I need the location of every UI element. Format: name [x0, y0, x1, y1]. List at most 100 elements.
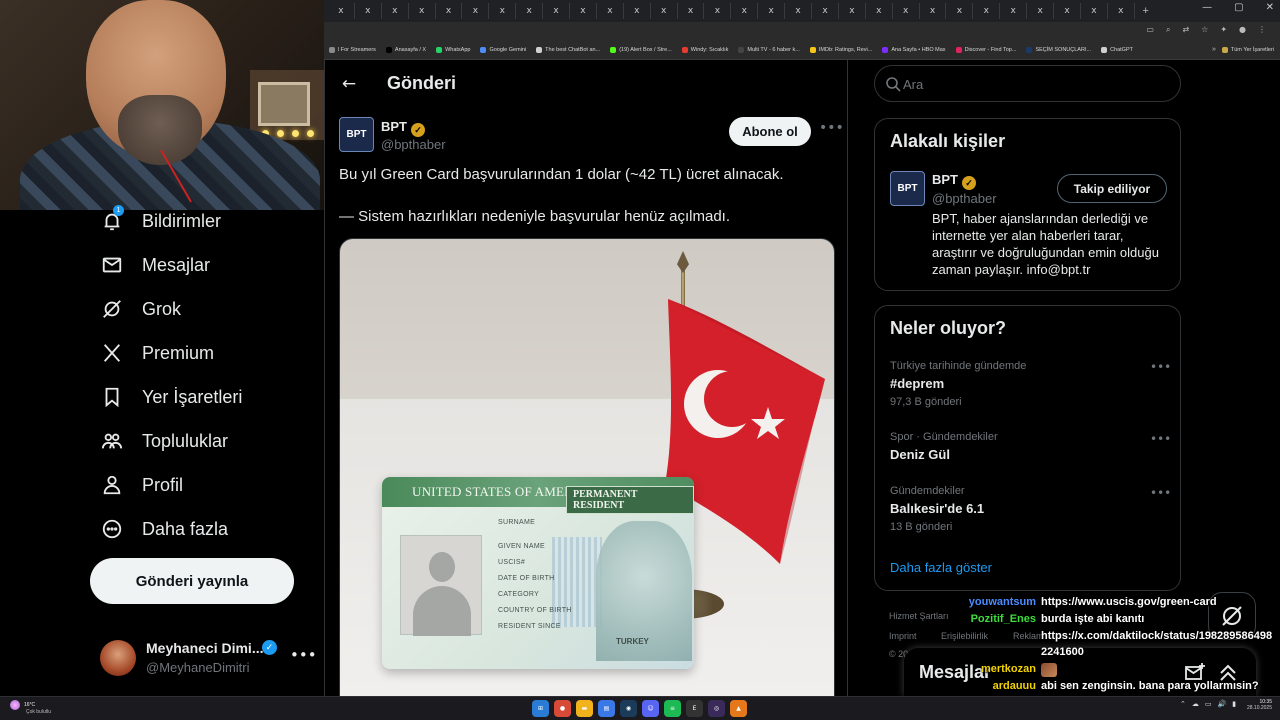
- browser-tab[interactable]: x: [731, 3, 759, 19]
- browser-tab[interactable]: x: [920, 3, 947, 19]
- browser-tab[interactable]: x: [355, 3, 382, 19]
- bookmark-item[interactable]: Ana Sayfa • HBO Max: [877, 46, 950, 53]
- author-avatar[interactable]: BPT: [339, 117, 374, 152]
- chevrons-up-icon[interactable]: [1217, 662, 1239, 684]
- files-icon[interactable]: ▤: [598, 700, 615, 717]
- messages-drawer[interactable]: Mesajlar: [904, 648, 1256, 696]
- browser-tab[interactable]: x: [1081, 3, 1108, 19]
- browser-tab[interactable]: x: [678, 3, 705, 19]
- footer-link[interactable]: Imprint: [889, 631, 917, 641]
- browser-tab[interactable]: x: [893, 3, 920, 19]
- nav-item-premium[interactable]: Premium: [100, 339, 214, 367]
- weather-widget[interactable]: 16°C Çok bulutlu: [10, 700, 51, 715]
- close-icon[interactable]: ✕: [1266, 2, 1274, 13]
- footer-link[interactable]: Erişilebilirlik: [941, 631, 988, 641]
- star-icon[interactable]: ☆: [1201, 25, 1208, 35]
- maximize-icon[interactable]: ▢: [1234, 2, 1243, 13]
- browser-tab[interactable]: x: [489, 3, 517, 19]
- windows-start-icon[interactable]: ⊞: [532, 700, 549, 717]
- bookmark-item[interactable]: (19) Alert Box / Stre...: [605, 46, 677, 53]
- translate-icon[interactable]: ⇄: [1182, 25, 1189, 35]
- search-box[interactable]: [874, 65, 1181, 102]
- browser-tab[interactable]: x: [462, 3, 490, 19]
- network-icon[interactable]: ▭: [1205, 700, 1212, 708]
- browser-tab[interactable]: x: [866, 3, 893, 19]
- clock[interactable]: 10:35 28.10.2025: [1238, 699, 1272, 711]
- steam-icon[interactable]: ◉: [620, 700, 637, 717]
- bookmark-item[interactable]: Anasayfa / X: [381, 46, 431, 53]
- nav-item-bildirimler[interactable]: 1 Bildirimler: [100, 205, 221, 235]
- trend-more-icon[interactable]: •••: [1150, 360, 1171, 374]
- battery-icon[interactable]: ▮: [1232, 700, 1236, 708]
- menu-icon[interactable]: ⋮: [1258, 25, 1266, 35]
- trend-name[interactable]: #deprem: [890, 376, 944, 391]
- trend-more-icon[interactable]: •••: [1150, 432, 1171, 446]
- bookmarks-overflow-icon[interactable]: »: [1212, 46, 1222, 53]
- nav-item-mesajlar[interactable]: Mesajlar: [100, 251, 210, 279]
- browser-tab[interactable]: x: [382, 3, 409, 19]
- related-name[interactable]: BPT ✓: [932, 172, 976, 190]
- browser-tab[interactable]: x: [543, 3, 571, 19]
- footer-link[interactable]: Hizmet Şartları: [889, 611, 949, 621]
- spotify-icon[interactable]: ≡: [664, 700, 681, 717]
- all-bookmarks-button[interactable]: Tüm Yer İşaretleri: [1221, 46, 1280, 53]
- browser-tab[interactable]: x: [812, 3, 839, 19]
- grok-floating-button[interactable]: [1208, 592, 1256, 640]
- post-more-icon[interactable]: •••: [819, 120, 844, 136]
- following-button[interactable]: Takip ediliyor: [1057, 174, 1167, 203]
- discord-icon[interactable]: ☺: [642, 700, 659, 717]
- search-input[interactable]: [903, 74, 1163, 94]
- bookmark-item[interactable]: WhatsApp: [431, 46, 475, 53]
- browser-tab[interactable]: x: [1108, 3, 1135, 19]
- trend-more-icon[interactable]: •••: [1150, 486, 1171, 500]
- nav-item-profil[interactable]: Profil: [100, 471, 183, 499]
- browser-tab[interactable]: x: [839, 3, 866, 19]
- browser-tab[interactable]: x: [570, 3, 597, 19]
- author-handle[interactable]: @bpthaber: [381, 137, 446, 152]
- new-message-icon[interactable]: [1184, 662, 1206, 684]
- volume-icon[interactable]: 🔊: [1218, 700, 1227, 708]
- nav-item-topluluklar[interactable]: Topluluklar: [100, 427, 228, 455]
- back-arrow-icon[interactable]: ←: [337, 72, 361, 96]
- epic-icon[interactable]: E: [686, 700, 703, 717]
- browser-tab[interactable]: x: [1054, 3, 1081, 19]
- account-switcher[interactable]: Meyhaneci Dimi... ✓ @MeyhaneDimitri •••: [100, 638, 317, 678]
- nav-item-grok[interactable]: Grok: [100, 295, 181, 323]
- trend-name[interactable]: Deniz Gül: [890, 447, 950, 462]
- bookmark-item[interactable]: The best ChatBot an...: [531, 46, 605, 53]
- account-more-icon[interactable]: •••: [290, 646, 317, 664]
- nav-item-yer-i-şaretleri[interactable]: Yer İşaretleri: [100, 383, 242, 411]
- browser-tab[interactable]: x: [436, 3, 463, 19]
- browser-tab[interactable]: x: [704, 3, 732, 19]
- bookmark-item[interactable]: Google Gemini: [475, 46, 531, 53]
- nav-item-daha-fazla[interactable]: Daha fazla: [100, 515, 228, 543]
- bookmark-item[interactable]: Discover - Find Top...: [951, 46, 1022, 53]
- browser-tab[interactable]: x: [651, 3, 678, 19]
- browser-tab[interactable]: x: [1000, 3, 1028, 19]
- bookmark-item[interactable]: l For Streamers: [324, 46, 381, 53]
- bookmark-item[interactable]: Multi TV - 6 haber k...: [733, 46, 804, 53]
- bookmark-item[interactable]: Windy: Sıcaklık: [677, 46, 734, 53]
- chrome-icon[interactable]: ●: [554, 700, 571, 717]
- tray-overflow-icon[interactable]: ⌃: [1180, 700, 1186, 708]
- minimize-icon[interactable]: —: [1202, 2, 1212, 13]
- bookmark-item[interactable]: IMDb: Ratings, Revi...: [805, 46, 878, 53]
- bookmark-item[interactable]: SEÇİM SONUÇLARI...: [1021, 46, 1096, 53]
- related-avatar[interactable]: BPT: [890, 171, 925, 206]
- obs-icon[interactable]: ◎: [708, 700, 725, 717]
- explorer-icon[interactable]: ▬: [576, 700, 593, 717]
- author-name[interactable]: BPT ✓: [381, 119, 425, 137]
- profile-icon[interactable]: ●: [1239, 25, 1246, 35]
- browser-tab[interactable]: x: [328, 3, 355, 19]
- browser-tab[interactable]: x: [409, 3, 436, 19]
- browser-tab[interactable]: x: [1027, 3, 1055, 19]
- post-button[interactable]: Gönderi yayınla: [90, 558, 294, 604]
- related-handle[interactable]: @bpthaber: [932, 191, 997, 206]
- bookmark-item[interactable]: ChatGPT: [1096, 46, 1138, 53]
- browser-tab[interactable]: x: [758, 3, 786, 19]
- browser-tab[interactable]: x: [946, 3, 974, 19]
- new-tab-icon[interactable]: +: [1135, 5, 1157, 17]
- extensions-icon[interactable]: ✦: [1220, 25, 1227, 35]
- trend-name[interactable]: Balıkesir'de 6.1: [890, 501, 984, 516]
- zoom-icon[interactable]: ⌕: [1166, 25, 1170, 35]
